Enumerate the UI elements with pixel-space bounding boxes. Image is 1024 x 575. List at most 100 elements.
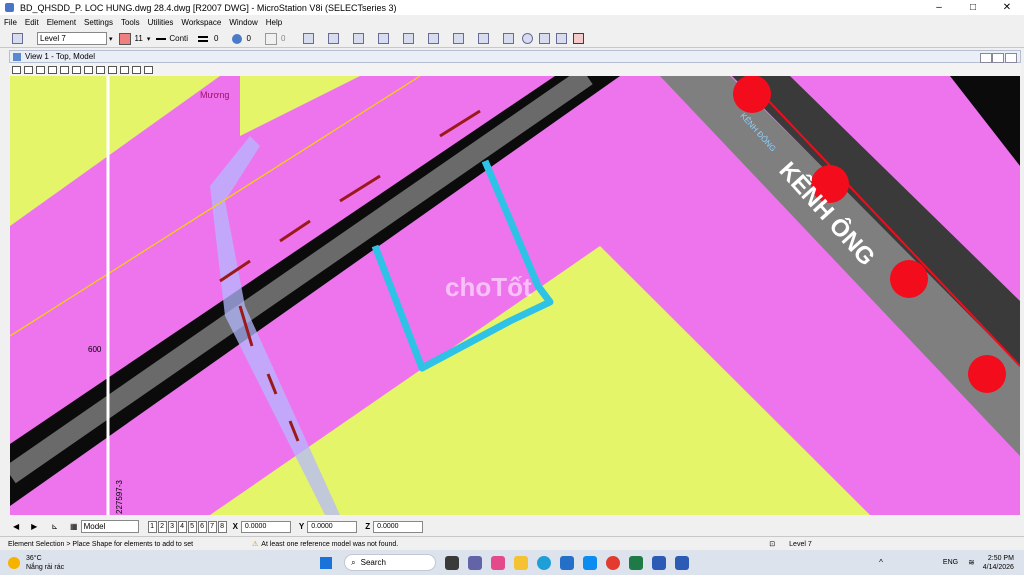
close-button[interactable]: ✕	[990, 0, 1024, 15]
line-style-value[interactable]: Conti	[169, 34, 188, 43]
chevron-down-icon[interactable]: ▾	[109, 35, 113, 43]
menu-settings[interactable]: Settings	[80, 16, 117, 30]
view-minimize-button[interactable]	[980, 53, 992, 63]
microstation-icon[interactable]	[652, 555, 667, 570]
widgets-icon[interactable]	[491, 555, 506, 570]
snaps-icon[interactable]	[478, 33, 490, 44]
view-button-2[interactable]: 2	[157, 520, 167, 533]
view-button-8[interactable]: 8	[217, 520, 227, 533]
view-previous-icon[interactable]	[120, 65, 129, 74]
disable-icon[interactable]	[573, 33, 585, 44]
view-button-7[interactable]: 7	[207, 520, 217, 533]
zoom-in-icon[interactable]	[48, 65, 57, 74]
raster-icon[interactable]	[453, 33, 465, 44]
status-level: Level 7	[789, 540, 812, 548]
marker[interactable]	[968, 355, 1006, 393]
reference-icon[interactable]	[428, 33, 440, 44]
display-style-icon[interactable]	[24, 65, 33, 74]
view-title-bar: View 1 - Top, Model	[9, 50, 1021, 63]
copy-view-icon[interactable]	[144, 65, 153, 74]
view-close-button[interactable]	[1005, 53, 1017, 63]
store-icon[interactable]	[560, 555, 575, 570]
rotate-view-icon[interactable]	[96, 65, 105, 74]
maximize-button[interactable]: □	[956, 0, 990, 15]
pan-view-icon[interactable]	[108, 65, 117, 74]
lock-icon[interactable]: ⊡	[769, 540, 775, 548]
forward-icon[interactable]: ▶	[31, 522, 37, 531]
menu-utilities[interactable]: Utilities	[144, 16, 178, 30]
teams-icon[interactable]	[468, 555, 483, 570]
x-field[interactable]: 0.0000	[240, 520, 291, 533]
clock-date: 4/14/2026	[982, 563, 1014, 571]
drawing-svg[interactable]: Mương 600 227597-3 KÊNH ĐÔNG KÊNH ÔNG ch…	[10, 76, 1020, 515]
transparency-value[interactable]: 0	[246, 34, 250, 43]
menu-help[interactable]: Help	[262, 16, 286, 30]
status-bar: Element Selection > Place Shape for elem…	[0, 536, 1024, 551]
status-prompt: Element Selection > Place Shape for elem…	[8, 540, 194, 548]
place-line-icon[interactable]	[353, 33, 365, 44]
grid-number: 600	[88, 345, 102, 354]
view-attributes-icon[interactable]	[12, 65, 21, 74]
file-explorer-icon[interactable]	[514, 555, 529, 570]
fit-view-icon[interactable]	[84, 65, 93, 74]
start-icon[interactable]	[320, 556, 333, 569]
update-view-icon[interactable]	[36, 65, 45, 74]
wifi-icon[interactable]: ≋	[968, 558, 975, 567]
excel-icon[interactable]	[629, 555, 644, 570]
zalo-icon[interactable]	[583, 555, 598, 570]
color-swatch-icon[interactable]	[118, 32, 131, 45]
title-bar: BD_QHSDD_P. LOC HUNG.dwg 28.4.dwg [R2007…	[0, 0, 1024, 15]
minimize-button[interactable]: –	[922, 0, 956, 15]
word-icon[interactable]	[675, 555, 690, 570]
view-next-icon[interactable]	[132, 65, 141, 74]
model-icon: ▦	[70, 522, 78, 531]
view-button-1[interactable]: 1	[147, 520, 157, 533]
back-icon[interactable]: ◀	[13, 522, 19, 531]
place-text-icon[interactable]	[328, 33, 340, 44]
y-field[interactable]: 0.0000	[307, 520, 358, 533]
menu-window[interactable]: Window	[225, 16, 261, 30]
edge-icon[interactable]	[537, 555, 552, 570]
search-box[interactable]: ⌕ Search	[344, 554, 437, 571]
print-icon[interactable]	[556, 33, 568, 44]
clock[interactable]: 2:50 PM 4/14/2026	[983, 554, 1014, 572]
menu-edit[interactable]: Edit	[21, 16, 43, 30]
menu-workspace[interactable]: Workspace	[177, 16, 225, 30]
zoom-out-icon[interactable]	[60, 65, 69, 74]
weather-widget[interactable]: 36°C Nắng rải rác	[26, 554, 64, 572]
z-field[interactable]: 0.0000	[373, 520, 424, 533]
marker[interactable]	[733, 76, 771, 113]
find-icon[interactable]	[539, 33, 551, 44]
view-maximize-button[interactable]	[992, 53, 1004, 63]
menu-element[interactable]: Element	[43, 16, 80, 30]
measure-icon[interactable]	[403, 33, 415, 44]
level-manager-icon[interactable]	[12, 33, 23, 44]
priority-value[interactable]: 0	[281, 34, 285, 43]
marker[interactable]	[890, 260, 928, 298]
window-area-icon[interactable]	[72, 65, 81, 74]
language-indicator[interactable]: ENG	[943, 559, 958, 566]
chevron-down-icon[interactable]: ▾	[147, 35, 151, 43]
drawing-canvas[interactable]: Mương 600 227597-3 KÊNH ĐÔNG KÊNH ÔNG ch…	[10, 76, 1020, 515]
place-shape-icon[interactable]	[378, 33, 390, 44]
menu-file[interactable]: File	[0, 16, 21, 30]
snap-icon[interactable]: ⊾	[51, 522, 58, 531]
view-button-6[interactable]: 6	[197, 520, 207, 533]
accudraw-icon[interactable]	[503, 33, 515, 44]
view-button-5[interactable]: 5	[187, 520, 197, 533]
view-button-4[interactable]: 4	[177, 520, 187, 533]
line-weight-value[interactable]: 0	[214, 34, 218, 43]
canal-label: Mương	[200, 90, 229, 100]
warning-icon: ⚠	[252, 541, 259, 548]
chevron-up-icon[interactable]: ^	[879, 558, 883, 567]
level-combo[interactable]: Level 7	[37, 32, 107, 45]
task-view-icon[interactable]	[445, 555, 460, 570]
view-button-3[interactable]: 3	[167, 520, 177, 533]
info-icon[interactable]	[522, 33, 534, 44]
weather-icon[interactable]	[8, 556, 20, 569]
model-value: Model	[83, 522, 106, 531]
chrome-icon[interactable]	[606, 555, 621, 570]
element-selection-icon[interactable]	[303, 33, 315, 44]
menu-tools[interactable]: Tools	[117, 16, 144, 30]
model-combo[interactable]: Model	[80, 520, 139, 533]
